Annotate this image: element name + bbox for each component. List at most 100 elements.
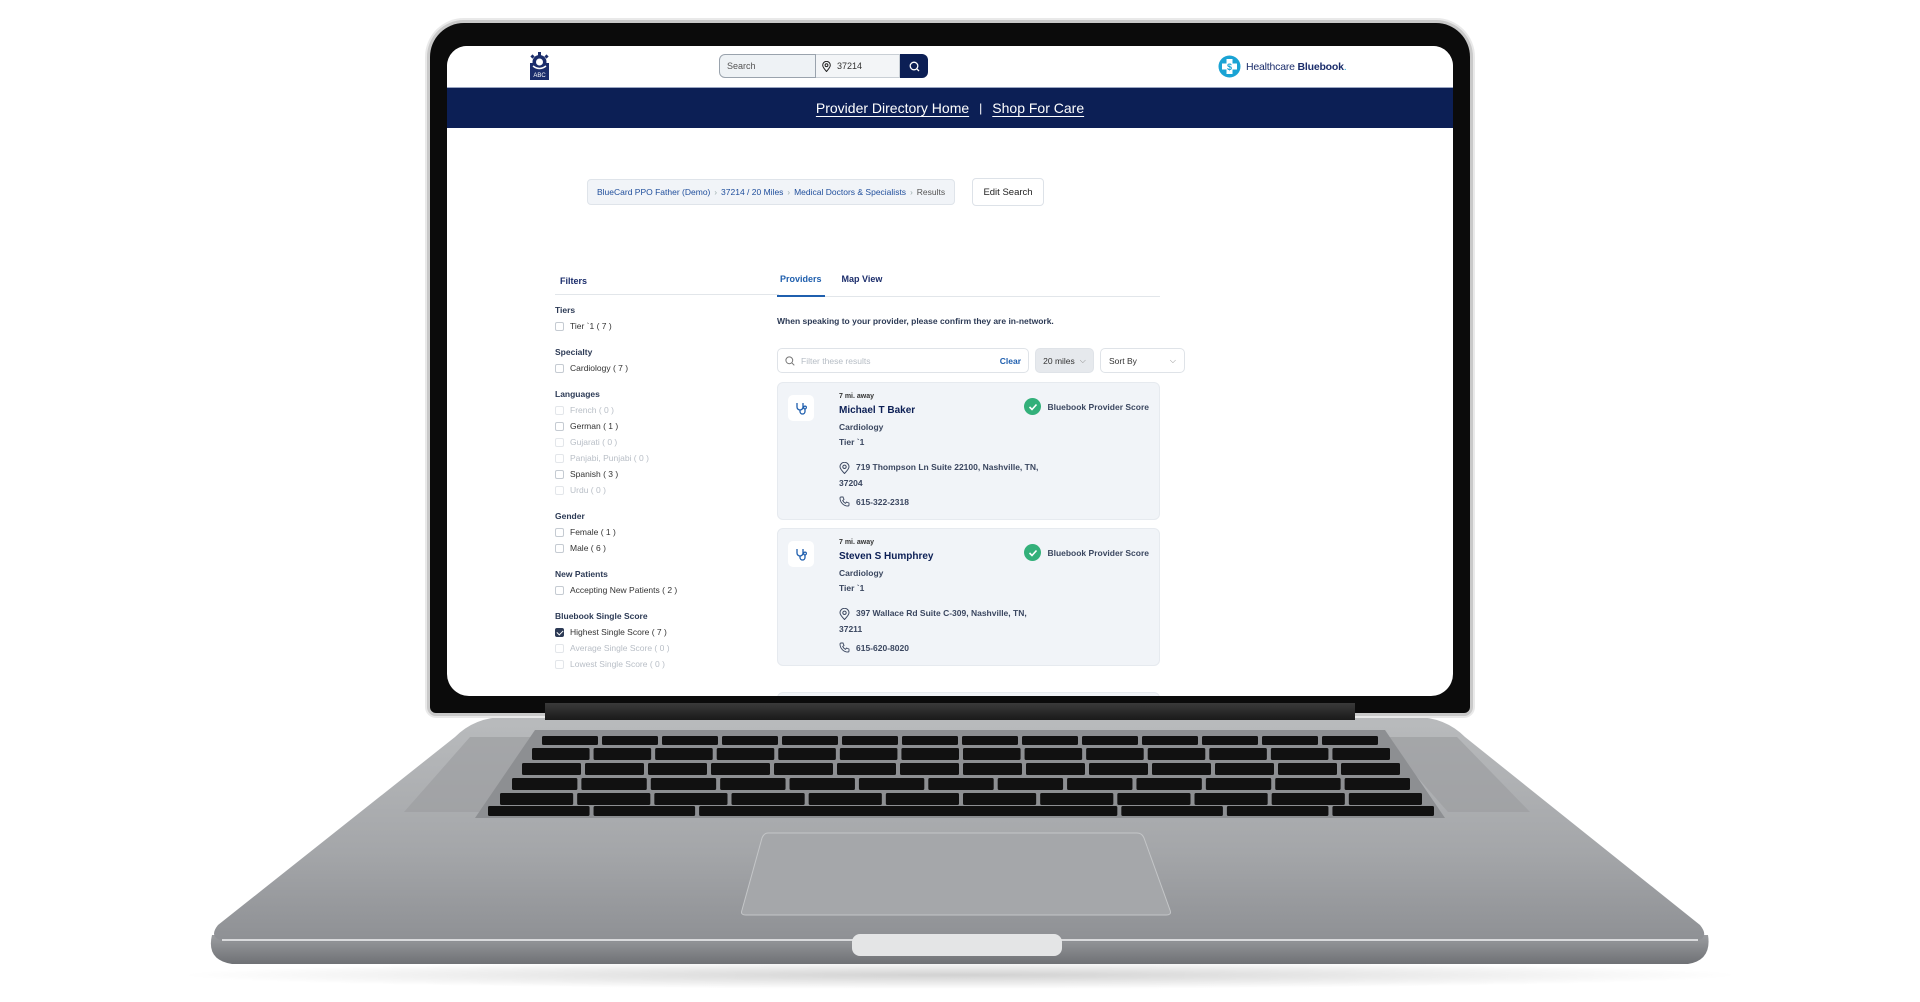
- keyboard-key: [900, 763, 959, 775]
- filter-option[interactable]: Highest Single Score ( 7 ): [555, 624, 779, 640]
- edit-search-button[interactable]: Edit Search: [972, 178, 1044, 206]
- provider-tier: Tier `1: [839, 437, 865, 447]
- filter-group: Specialty Cardiology ( 7 ): [555, 347, 779, 376]
- filter-option[interactable]: Spanish ( 3 ): [555, 466, 779, 482]
- speaker-left: [404, 737, 545, 812]
- brand-name-light: Healthcare: [1246, 60, 1298, 73]
- filter-option[interactable]: Accepting New Patients ( 2 ): [555, 582, 779, 598]
- provider-tier: Tier `1: [839, 583, 865, 593]
- keyboard-key: [901, 748, 959, 760]
- checkbox: [555, 437, 564, 447]
- checkbox[interactable]: [555, 585, 564, 595]
- checkbox[interactable]: [555, 543, 564, 553]
- header-search-input[interactable]: Search: [719, 54, 816, 78]
- stethoscope-icon: [795, 402, 807, 415]
- provider-phone[interactable]: 615-620-8020: [839, 642, 909, 653]
- header-search-button[interactable]: [900, 54, 928, 78]
- healthcare-bluebook-logo[interactable]: $ Healthcare Bluebook.: [1218, 55, 1347, 78]
- provider-card[interactable]: 7 mi. away Steven S Humphrey Cardiology …: [777, 528, 1160, 666]
- clear-filter-button[interactable]: Clear: [1000, 356, 1021, 366]
- header-search: Search 37214: [719, 54, 928, 78]
- provider-card-partial[interactable]: [777, 692, 1160, 696]
- keyboard-key: [720, 778, 786, 790]
- keyboard-key: [602, 736, 658, 745]
- filter-groups: Tiers Tier `1 ( 7 ) Specialty Cardiology ( …: [555, 305, 779, 672]
- keyboard-key: [722, 736, 778, 745]
- provider-name[interactable]: Steven S Humphrey: [839, 551, 933, 562]
- nav-link-shop-for-care[interactable]: Shop For Care: [992, 100, 1084, 116]
- filter-option[interactable]: Female ( 1 ): [555, 524, 779, 540]
- keyboard-key: [488, 806, 590, 816]
- filters-panel: Filters Tiers Tier `1 ( 7 ) Specialty Cardi…: [555, 276, 779, 685]
- checkbox[interactable]: [555, 421, 564, 431]
- sort-by-label: Sort By: [1109, 355, 1137, 366]
- keyboard-key: [1121, 806, 1223, 816]
- provider-name[interactable]: Michael T Baker: [839, 405, 915, 416]
- in-network-notice: When speaking to your provider, please c…: [777, 316, 1054, 326]
- keyboard-key: [782, 736, 838, 745]
- keyboard-key: [716, 748, 775, 760]
- keyboard-key: [542, 736, 598, 745]
- keyboard-key: [654, 793, 728, 805]
- location-pin-icon: [839, 607, 850, 620]
- keyboard-key: [774, 763, 833, 775]
- filter-option[interactable]: Cardiology ( 7 ): [555, 360, 779, 376]
- breadcrumb: BlueCard PPO Father (Demo) › 37214 / 20 …: [587, 179, 956, 205]
- trackpad: [741, 832, 1171, 916]
- speaker-right: [1382, 737, 1530, 812]
- provider-phone-text: 615-620-8020: [856, 642, 909, 653]
- provider-phone[interactable]: 615-322-2318: [839, 496, 909, 507]
- filter-option[interactable]: German ( 1 ): [555, 418, 779, 434]
- keyboard-key: [1136, 778, 1202, 790]
- keyboard-key: [839, 748, 898, 760]
- provider-address[interactable]: 397 Wallace Rd Suite C-309, Nashville, T…: [839, 605, 1039, 637]
- checkbox[interactable]: [555, 321, 564, 331]
- abc-gear-logo-icon[interactable]: ABC: [528, 52, 551, 80]
- keyboard-key: [648, 763, 707, 775]
- bluebook-provider-score[interactable]: Bluebook Provider Score: [1024, 398, 1149, 415]
- distance-select[interactable]: 20 miles ⌵: [1035, 348, 1094, 373]
- tab-providers[interactable]: Providers: [777, 271, 825, 297]
- provider-address[interactable]: 719 Thompson Ln Suite 22100, Nashville, …: [839, 459, 1039, 491]
- keyboard-key: [842, 736, 898, 745]
- keyboard-key: [1344, 778, 1410, 790]
- zip-code-input[interactable]: 37214: [816, 54, 900, 78]
- keyboard-key: [1271, 793, 1345, 805]
- filter-option-label: German ( 1 ): [570, 421, 619, 431]
- keyboard-key: [1147, 748, 1206, 760]
- breadcrumb-location[interactable]: 37214 / 20 Miles: [721, 187, 783, 197]
- keyboard-key: [1205, 778, 1272, 790]
- filter-option[interactable]: Male ( 6 ): [555, 540, 779, 556]
- tab-map-view[interactable]: Map View: [839, 271, 886, 297]
- keyboard-key: [1348, 793, 1422, 805]
- keyboard-key: [500, 793, 574, 805]
- keyboard-key: [1015, 806, 1118, 816]
- filter-group-title: Specialty: [555, 347, 593, 357]
- base-deck: [214, 717, 1705, 942]
- bluebook-provider-score[interactable]: Bluebook Provider Score: [1024, 544, 1149, 561]
- location-pin-icon: [839, 461, 850, 474]
- checkbox[interactable]: [555, 469, 564, 479]
- keyboard-key: [1322, 736, 1378, 745]
- keyboard-key: [963, 763, 1022, 775]
- nav-link-provider-directory-home[interactable]: Provider Directory Home: [816, 100, 969, 116]
- keyboard-key: [532, 748, 590, 760]
- keyboard-key: [581, 778, 647, 790]
- filter-option[interactable]: Tier `1 ( 7 ): [555, 318, 779, 334]
- keyboard-key: [885, 793, 959, 805]
- provider-address-text: 397 Wallace Rd Suite C-309, Nashville, T…: [839, 608, 1027, 634]
- checkbox-checked[interactable]: [555, 627, 564, 637]
- filter-results-input[interactable]: Filter these results Clear: [777, 348, 1029, 373]
- filter-option-label: Male ( 6 ): [570, 543, 606, 553]
- laptop-screen: ABC Search 37214 $ Healthcare Bluebook. …: [447, 46, 1453, 696]
- search-icon: [909, 61, 919, 71]
- keyboard-key: [928, 778, 994, 790]
- breadcrumb-plan[interactable]: BlueCard PPO Father (Demo): [597, 187, 710, 197]
- distance-select-value: 20 miles: [1043, 355, 1075, 366]
- checkbox[interactable]: [555, 363, 564, 373]
- keyboard-key: [731, 793, 805, 805]
- checkbox[interactable]: [555, 527, 564, 537]
- provider-card[interactable]: 7 mi. away Michael T Baker Cardiology Ti…: [777, 382, 1160, 520]
- breadcrumb-category[interactable]: Medical Doctors & Specialists: [794, 187, 906, 197]
- sort-by-select[interactable]: Sort By ⌵: [1100, 348, 1185, 373]
